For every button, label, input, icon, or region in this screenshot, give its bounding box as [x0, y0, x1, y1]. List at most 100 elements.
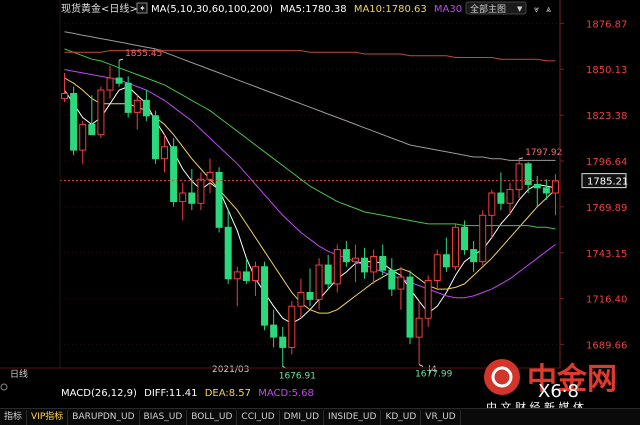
- macd-period-label: 日线: [10, 368, 28, 380]
- y-tick-label: 1716.40: [586, 295, 627, 306]
- candle-body: [324, 264, 332, 285]
- svg-text:⩔: ⩔: [534, 5, 539, 15]
- ma-legend-icon[interactable]: ✦: [136, 2, 148, 14]
- candle-body: [279, 336, 287, 348]
- tab-vr[interactable]: VR_UD: [421, 409, 461, 425]
- indicator-tab-bar: 指标 VIP指标 BARUPDN_UD BIAS_UD BOLL_UD CCI_…: [0, 408, 640, 425]
- candle-body: [242, 271, 250, 282]
- svg-text:全部主图: 全部主图: [470, 3, 506, 15]
- candle-body: [442, 254, 450, 268]
- candle-body: [170, 146, 178, 203]
- candle[interactable]: [451, 223, 459, 271]
- candle-body: [233, 271, 241, 280]
- candle-body: [542, 187, 550, 194]
- x-axis-label: 2021/03: [212, 365, 249, 375]
- candle-body: [206, 171, 214, 180]
- candle-body: [551, 180, 559, 194]
- candle-body: [361, 257, 369, 273]
- candle-body: [388, 269, 396, 290]
- candle-body: [488, 192, 496, 216]
- candle-body: [397, 276, 405, 290]
- candle-body: [351, 257, 359, 263]
- x-axis-label: |4: [428, 365, 437, 375]
- y-tick-label: 1769.89: [586, 203, 627, 214]
- brand-site: X6·8: [538, 381, 579, 402]
- candle-body: [188, 192, 196, 204]
- candle-body: [106, 77, 114, 91]
- y-tick-label: 1743.15: [586, 249, 627, 260]
- symbol-title: 现货黄金<日线>: [61, 2, 138, 15]
- svg-text:✦: ✦: [139, 4, 146, 13]
- candle-body: [133, 99, 141, 113]
- candle-body: [333, 249, 341, 285]
- candle-body: [415, 317, 423, 338]
- current-price-label: 1785.21: [587, 177, 628, 188]
- candle-body: [79, 123, 87, 151]
- chevron-up-icon[interactable]: ⩓: [546, 5, 551, 15]
- candle-body: [315, 264, 323, 300]
- candle-body: [70, 92, 78, 151]
- candle-body: [497, 192, 505, 204]
- svg-text:⩓: ⩓: [546, 5, 551, 15]
- tab-barupdn[interactable]: BARUPDN_UD: [68, 409, 140, 425]
- candle[interactable]: [261, 261, 269, 331]
- candle[interactable]: [406, 270, 414, 344]
- tab-indicators[interactable]: 指标: [0, 409, 28, 425]
- candle[interactable]: [479, 210, 487, 266]
- candle[interactable]: [215, 167, 223, 233]
- y-tick-label: 1689.66: [586, 341, 627, 352]
- candle-body: [97, 89, 105, 136]
- candle-body: [406, 276, 414, 338]
- chevron-down-icon[interactable]: ⩔: [534, 5, 539, 15]
- candle-body: [524, 163, 532, 185]
- candle-body: [342, 249, 350, 263]
- candle-body: [306, 292, 314, 300]
- candle-body: [297, 292, 305, 307]
- tab-dmi[interactable]: DMI_UD: [280, 409, 325, 425]
- candle[interactable]: [170, 138, 178, 207]
- candle-body: [270, 324, 278, 338]
- candle-body: [479, 214, 487, 263]
- macd-legend: MACD(26,12,9) DIFF:11.41 DEA:8.57 MACD:5…: [61, 388, 314, 399]
- candle-body: [424, 280, 432, 319]
- candle-body: [197, 178, 205, 204]
- candle-body: [224, 226, 232, 280]
- tab-bias[interactable]: BIAS_UD: [140, 409, 188, 425]
- svg-text:▼: ▼: [517, 5, 523, 13]
- candle-body: [142, 99, 150, 117]
- candle-body: [124, 82, 132, 113]
- candlestick-chart[interactable]: 1785.21 1855.451797.921676.91 1677.99 187…: [0, 0, 640, 424]
- candle-body: [151, 115, 159, 160]
- brand-logo-icon: [484, 359, 520, 395]
- candle-body: [433, 254, 441, 282]
- candle-body: [61, 92, 69, 100]
- tab-inside[interactable]: INSIDE_UD: [324, 409, 382, 425]
- candle-body: [451, 226, 459, 268]
- candle[interactable]: [288, 301, 296, 355]
- price-annotation: 1797.92: [525, 148, 562, 158]
- main-chart-button[interactable]: 全部主图 ▼: [465, 1, 527, 15]
- candle-body: [515, 163, 523, 191]
- candle-body: [470, 249, 478, 263]
- candle[interactable]: [97, 86, 105, 139]
- tab-vip-indicators[interactable]: VIP指标: [27, 409, 69, 425]
- candle-body: [261, 266, 269, 326]
- candle-body: [506, 189, 514, 204]
- chart-background: [0, 0, 640, 424]
- y-tick-label: 1850.13: [586, 65, 627, 76]
- candle-body: [161, 146, 169, 160]
- price-annotation: 1676.91: [279, 371, 316, 381]
- candle-body: [179, 192, 187, 203]
- tab-boll[interactable]: BOLL_UD: [187, 409, 238, 425]
- candle-body: [461, 226, 469, 251]
- ma-legend: MA(5,10,30,60,100,200) MA5:1780.38 MA10:…: [151, 4, 462, 15]
- tab-kd[interactable]: KD_UD: [381, 409, 422, 425]
- candle[interactable]: [70, 86, 78, 156]
- candle-body: [370, 255, 378, 273]
- candle[interactable]: [151, 110, 159, 164]
- y-tick-label: 1823.38: [586, 111, 627, 122]
- candle-body: [251, 266, 259, 281]
- candle-body: [115, 77, 123, 84]
- candle-body: [379, 255, 387, 271]
- tab-cci[interactable]: CCI_UD: [237, 409, 280, 425]
